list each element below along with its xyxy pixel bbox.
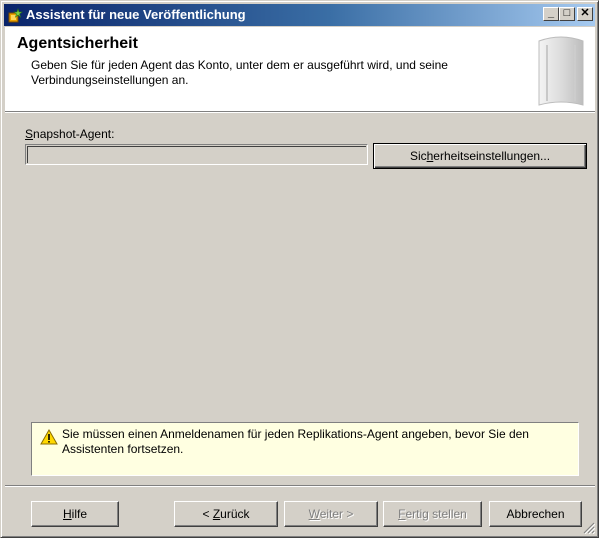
cancel-label: Abbrechen [506, 507, 565, 521]
next-button[interactable]: Weiter > [284, 501, 378, 527]
wizard-window: Assistent für neue Veröffentlichung _ □ … [0, 0, 599, 538]
wizard-header: Agentsicherheit Geben Sie für jeden Agen… [5, 27, 595, 112]
finish-label: ertig stellen [405, 507, 467, 521]
warning-icon [40, 429, 58, 445]
next-mnemonic: W [308, 507, 320, 521]
snapshot-label-mnemonic: S [25, 127, 34, 141]
header-divider [5, 112, 595, 113]
book-graphic [538, 36, 584, 106]
next-label: eiter > [319, 507, 354, 521]
security-settings-button[interactable]: Sicherheitseinstellungen... [373, 143, 587, 169]
security-button-pre: Sic [409, 149, 427, 163]
footer-divider-highlight [5, 486, 595, 487]
title-bar[interactable]: Assistent für neue Veröffentlichung _ □ … [4, 4, 595, 26]
back-prefix: < [202, 507, 213, 521]
close-icon: ✕ [580, 7, 590, 19]
help-label: ilfe [71, 507, 87, 521]
help-mnemonic: H [62, 507, 72, 521]
page-subtitle: Geben Sie für jeden Agent das Konto, unt… [31, 58, 448, 87]
security-button-post: erheitseinstellungen... [433, 149, 551, 163]
window-title: Assistent für neue Veröffentlichung [26, 7, 246, 22]
snapshot-agent-field[interactable] [25, 144, 368, 165]
resize-grip-icon[interactable] [583, 522, 595, 534]
cancel-button[interactable]: Abbrechen [489, 501, 582, 527]
minimize-icon: _ [547, 7, 555, 19]
help-button[interactable]: Hilfe [31, 501, 119, 527]
close-button[interactable]: ✕ [577, 7, 593, 21]
maximize-button[interactable]: □ [559, 7, 575, 21]
back-button[interactable]: < Zurück [174, 501, 278, 527]
page-title: Agentsicherheit [17, 35, 138, 52]
snapshot-agent-value [27, 146, 366, 163]
minimize-button[interactable]: _ [543, 7, 559, 21]
warning-message: Sie müssen einen Anmeldenamen für jeden … [62, 427, 529, 456]
snapshot-label-rest: napshot-Agent: [33, 127, 115, 141]
maximize-icon: □ [563, 7, 571, 19]
snapshot-agent-label: Snapshot-Agent: [25, 127, 114, 141]
back-label: urück [220, 507, 250, 521]
warning-box: Sie müssen einen Anmeldenamen für jeden … [31, 422, 579, 476]
finish-button[interactable]: Fertig stellen [383, 501, 482, 527]
wizard-icon [8, 8, 23, 23]
